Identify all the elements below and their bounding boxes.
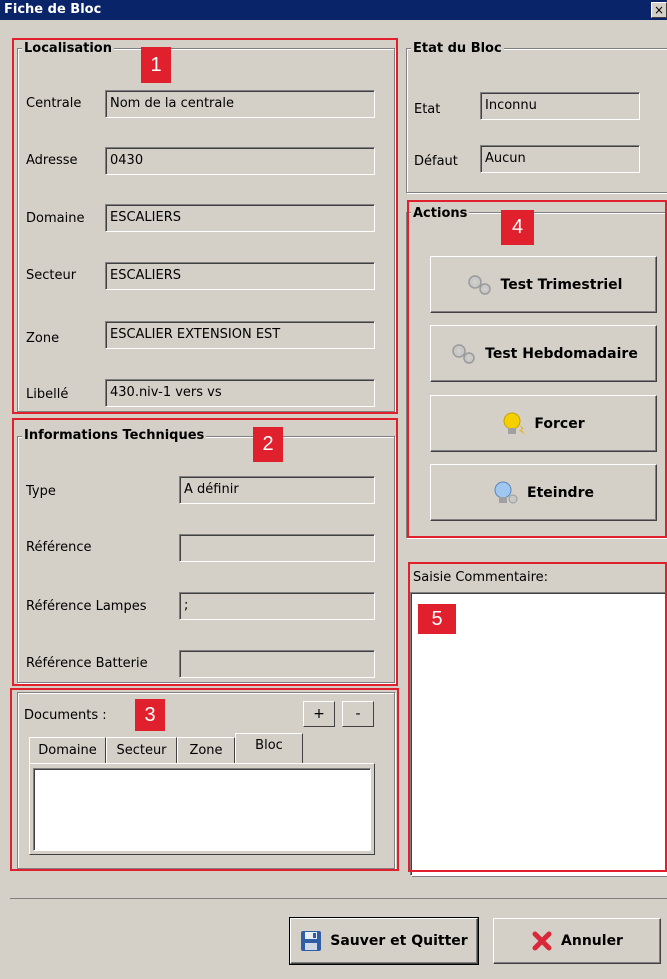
gears-icon <box>452 343 475 364</box>
zone-field[interactable]: ESCALIER EXTENSION EST <box>105 321 375 349</box>
floppy-disk-icon <box>301 931 322 951</box>
comment-textarea[interactable] <box>410 592 667 876</box>
reference-batterie-field[interactable] <box>179 650 375 678</box>
documents-label: Documents : <box>24 708 107 723</box>
comment-scrollbar[interactable] <box>412 876 667 893</box>
test-trimestriel-label: Test Trimestriel <box>500 276 623 293</box>
bottom-divider <box>10 898 667 899</box>
lightbulb-off-icon <box>494 481 518 503</box>
zone-label: Zone <box>26 331 60 346</box>
test-trimestriel-button[interactable]: Test Trimestriel <box>430 256 657 313</box>
infos-tech-title: Informations Techniques <box>22 428 207 444</box>
annotation-badge-5: 5 <box>418 604 456 634</box>
secteur-label: Secteur <box>26 268 77 283</box>
localisation-title: Localisation <box>22 41 114 57</box>
tab-zone[interactable]: Zone <box>177 737 235 763</box>
annotation-badge-3: 3 <box>135 699 165 731</box>
save-and-quit-label: Sauver et Quitter <box>330 933 468 949</box>
actions-title: Actions <box>411 206 470 222</box>
documents-list[interactable] <box>33 768 371 851</box>
save-and-quit-button[interactable]: Sauver et Quitter <box>289 917 479 965</box>
adresse-field[interactable]: 0430 <box>105 147 375 175</box>
window-title: Fiche de Bloc <box>4 2 102 17</box>
defaut-field[interactable]: Aucun <box>480 145 640 173</box>
tab-secteur[interactable]: Secteur <box>106 737 177 763</box>
cancel-label: Annuler <box>561 933 623 949</box>
annotation-badge-4: 4 <box>501 210 534 245</box>
cancel-x-icon <box>532 931 552 951</box>
etat-field[interactable]: Inconnu <box>480 92 640 120</box>
domaine-label: Domaine <box>26 211 85 226</box>
defaut-label: Défaut <box>414 154 458 169</box>
gears-icon <box>467 274 491 295</box>
reference-field[interactable] <box>179 534 375 562</box>
type-field[interactable]: A définir <box>179 476 375 504</box>
comment-label: Saisie Commentaire: <box>413 570 549 585</box>
libelle-field[interactable]: 430.niv-1 vers vs <box>105 379 375 407</box>
test-hebdomadaire-button[interactable]: Test Hebdomadaire <box>430 325 657 382</box>
centrale-field[interactable]: Nom de la centrale <box>105 90 375 118</box>
type-label: Type <box>26 484 56 499</box>
reference-label: Référence <box>26 540 92 555</box>
close-icon: × <box>653 3 665 17</box>
reference-lampes-field[interactable]: ; <box>179 592 375 620</box>
reference-lampes-label: Référence Lampes <box>26 599 147 614</box>
adresse-label: Adresse <box>26 153 78 168</box>
cancel-button[interactable]: Annuler <box>493 918 661 964</box>
domaine-field[interactable]: ESCALIERS <box>105 204 375 232</box>
tab-domaine[interactable]: Domaine <box>29 737 106 763</box>
eteindre-button[interactable]: Eteindre <box>430 464 657 521</box>
lightbulb-on-icon <box>503 412 526 435</box>
eteindre-label: Eteindre <box>527 484 594 501</box>
reference-batterie-label: Référence Batterie <box>26 656 148 671</box>
libelle-label: Libellé <box>26 387 69 402</box>
etat-label: Etat <box>414 102 441 117</box>
add-document-button[interactable]: + <box>303 701 335 727</box>
centrale-label: Centrale <box>26 96 82 111</box>
forcer-label: Forcer <box>534 415 585 432</box>
close-button[interactable]: × <box>651 2 667 18</box>
forcer-button[interactable]: Forcer <box>430 395 657 452</box>
secteur-field[interactable]: ESCALIERS <box>105 262 375 290</box>
tab-bloc[interactable]: Bloc <box>235 733 303 763</box>
test-hebdomadaire-label: Test Hebdomadaire <box>485 345 638 362</box>
remove-document-button[interactable]: - <box>342 701 374 727</box>
etat-bloc-title: Etat du Bloc <box>411 41 504 57</box>
window-titlebar: Fiche de Bloc <box>0 0 667 20</box>
annotation-badge-2: 2 <box>253 427 283 462</box>
annotation-badge-1: 1 <box>141 47 171 83</box>
